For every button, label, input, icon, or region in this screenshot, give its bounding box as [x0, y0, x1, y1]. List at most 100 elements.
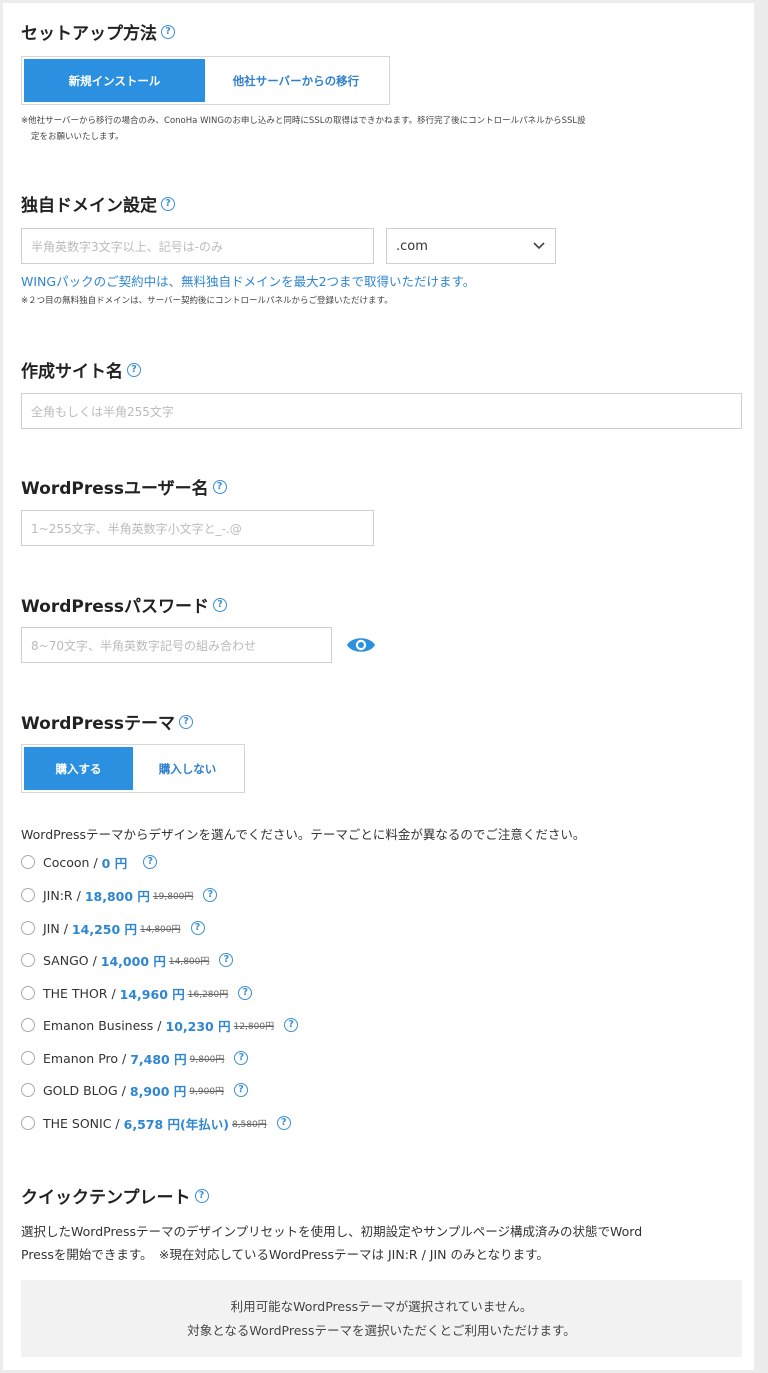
theme-old-price: 14,800円 [140, 924, 181, 935]
theme-name: THE SONIC / [43, 1115, 120, 1131]
setup-title: セットアップ方法 [21, 24, 157, 44]
theme-description: WordPressテーマからデザインを選んでください。テーマごとに料金が異なるの… [21, 827, 586, 842]
theme-old-price: 14,800円 [168, 956, 210, 967]
migration-button[interactable]: 他社サーバーからの移行 [205, 59, 387, 102]
setup-method-toggle: 新規インストール 他社サーバーからの移行 [21, 56, 390, 105]
radio-button[interactable] [21, 953, 35, 967]
help-icon[interactable]: ? [284, 1018, 299, 1032]
theme-option-the-thor[interactable]: THE THOR / 14,960 円 16,280円 ? [21, 984, 253, 1002]
theme-option-emanon-pro[interactable]: Emanon Pro / 7,480 円 9,800円 ? [21, 1049, 249, 1067]
info-box-line1: 利用可能なWordPressテーマが選択されていません。 [230, 1298, 533, 1314]
help-icon[interactable]: ? [234, 1051, 249, 1065]
wp-password-heading: WordPressパスワード ? [21, 592, 227, 617]
domain-info: WINGパックのご契約中は、無料独自ドメインを最大2つまで取得いただけます。 [21, 274, 476, 289]
radio-button[interactable] [21, 1018, 35, 1032]
help-icon[interactable]: ? [161, 24, 175, 39]
quick-template-title: クイックテンプレート [21, 1188, 191, 1208]
setup-heading: セットアップ方法 ? [21, 19, 175, 44]
help-icon[interactable]: ? [234, 1083, 249, 1097]
radio-button[interactable] [21, 1083, 35, 1097]
theme-old-price: 19,800円 [152, 891, 194, 902]
chevron-down-icon [533, 242, 545, 250]
wp-theme-toggle: 購入する 購入しない [21, 744, 245, 793]
theme-name: SANGO / [43, 952, 97, 968]
help-icon[interactable]: ? [213, 597, 227, 612]
theme-option-gold-blog[interactable]: GOLD BLOG / 8,900 円 9,900円 ? [21, 1081, 249, 1099]
setup-note-line1: ※他社サーバーから移行の場合のみ、ConoHa WINGのお申し込みと同時にSS… [21, 116, 586, 126]
domain-input[interactable]: 半角英数字3文字以上、記号は-のみ [21, 228, 374, 264]
theme-name: JIN:R / [43, 887, 81, 903]
theme-price: 10,230 円 [165, 1018, 231, 1034]
eye-icon[interactable] [346, 634, 376, 656]
quick-template-desc-line2: Pressを開始できます。 ※現在対応しているWordPressテーマは JIN… [21, 1247, 549, 1262]
help-icon[interactable]: ? [161, 196, 175, 211]
theme-price: 14,250 円 [71, 921, 138, 937]
quick-template-description: 選択したWordPressテーマのデザインプリセットを使用し、初期設定やサンプル… [21, 1220, 642, 1266]
theme-name: THE THOR / [43, 985, 116, 1001]
theme-option-jin[interactable]: JIN / 14,250 円 14,800円 ? [21, 919, 205, 937]
radio-button[interactable] [21, 888, 35, 902]
site-name-title: 作成サイト名 [21, 362, 123, 382]
radio-button[interactable] [21, 1116, 35, 1130]
theme-price: 0 円 [101, 855, 128, 871]
wp-user-title: WordPressユーザー名 [21, 479, 209, 499]
theme-option-the-sonic[interactable]: THE SONIC / 6,578 円(年払い) 8,580円 ? [21, 1114, 291, 1132]
form-card: セットアップ方法 ? 新規インストール 他社サーバーからの移行 ※他社サーバーか… [3, 3, 754, 1370]
help-icon[interactable]: ? [219, 953, 234, 967]
help-icon[interactable]: ? [212, 479, 227, 494]
theme-price: 7,480 円 [130, 1051, 187, 1067]
theme-name: GOLD BLOG / [43, 1082, 126, 1098]
theme-option-jinr[interactable]: JIN:R / 18,800 円 19,800円 ? [21, 886, 218, 904]
purchase-button[interactable]: 購入する [24, 747, 133, 790]
no-purchase-button[interactable]: 購入しない [133, 747, 242, 790]
site-name-heading: 作成サイト名 ? [21, 357, 141, 382]
theme-name: Cocoon / [43, 854, 98, 870]
help-icon[interactable]: ? [276, 1116, 291, 1130]
help-icon[interactable]: ? [143, 855, 158, 869]
domain-note: ※２つ目の無料独自ドメインは、サーバー契約後にコントロールパネルからご登録いただ… [21, 296, 393, 306]
radio-button[interactable] [21, 855, 35, 869]
info-box-line2: 対象となるWordPressテーマを選択いただくとご利用いただけます。 [187, 1322, 576, 1338]
theme-name: Emanon Business / [43, 1017, 162, 1033]
tld-select[interactable]: .com [386, 228, 556, 264]
quick-template-desc-line1: 選択したWordPressテーマのデザインプリセットを使用し、初期設定やサンプル… [21, 1224, 643, 1239]
tld-selected: .com [396, 238, 428, 254]
theme-old-price: 16,280円 [187, 989, 229, 1000]
wp-password-input[interactable]: 8~70文字、半角英数字記号の組み合わせ [21, 627, 332, 663]
theme-option-cocoon[interactable]: Cocoon / 0 円 ? [21, 853, 158, 871]
radio-button[interactable] [21, 986, 35, 1000]
wp-user-input[interactable]: 1~255文字、半角英数字小文字と_-.@ [21, 510, 374, 546]
theme-old-price: 9,900円 [189, 1086, 225, 1097]
theme-option-emanon-business[interactable]: Emanon Business / 10,230 円 12,800円 ? [21, 1016, 299, 1034]
site-name-input[interactable]: 全角もしくは半角255文字 [21, 393, 742, 429]
theme-price: 14,000 円 [100, 953, 166, 969]
theme-name: JIN / [43, 920, 68, 936]
wp-user-heading: WordPressユーザー名 ? [21, 474, 227, 499]
theme-price: 14,960 円 [119, 986, 185, 1002]
setup-note-line2: 定をお願いいたします。 [31, 132, 124, 142]
theme-old-price: 9,800円 [189, 1054, 225, 1065]
domain-heading: 独自ドメイン設定 ? [21, 191, 175, 216]
setup-note: ※他社サーバーから移行の場合のみ、ConoHa WINGのお申し込みと同時にSS… [21, 113, 586, 145]
radio-button[interactable] [21, 1051, 35, 1065]
help-icon[interactable]: ? [190, 921, 205, 935]
new-install-button[interactable]: 新規インストール [24, 59, 205, 102]
wp-theme-title: WordPressテーマ [21, 714, 175, 734]
radio-button[interactable] [21, 921, 35, 935]
help-icon[interactable]: ? [203, 888, 218, 902]
theme-price: 18,800 円 [84, 888, 150, 904]
wp-theme-heading: WordPressテーマ ? [21, 709, 193, 734]
theme-old-price: 8,580円 [231, 1119, 267, 1130]
theme-name: Emanon Pro / [43, 1050, 127, 1066]
help-icon[interactable]: ? [179, 714, 193, 729]
help-icon[interactable]: ? [194, 1188, 209, 1203]
theme-option-sango[interactable]: SANGO / 14,000 円 14,800円 ? [21, 951, 234, 969]
wp-password-title: WordPressパスワード [21, 597, 209, 617]
help-icon[interactable]: ? [127, 362, 141, 377]
theme-price: 6,578 円(年払い) [123, 1116, 229, 1132]
domain-title: 独自ドメイン設定 [21, 196, 157, 216]
help-icon[interactable]: ? [238, 986, 253, 1000]
theme-old-price: 12,800円 [233, 1021, 275, 1032]
theme-price: 8,900 円 [129, 1083, 187, 1099]
quick-template-info-box: 利用可能なWordPressテーマが選択されていません。 対象となるWordPr… [21, 1280, 742, 1357]
